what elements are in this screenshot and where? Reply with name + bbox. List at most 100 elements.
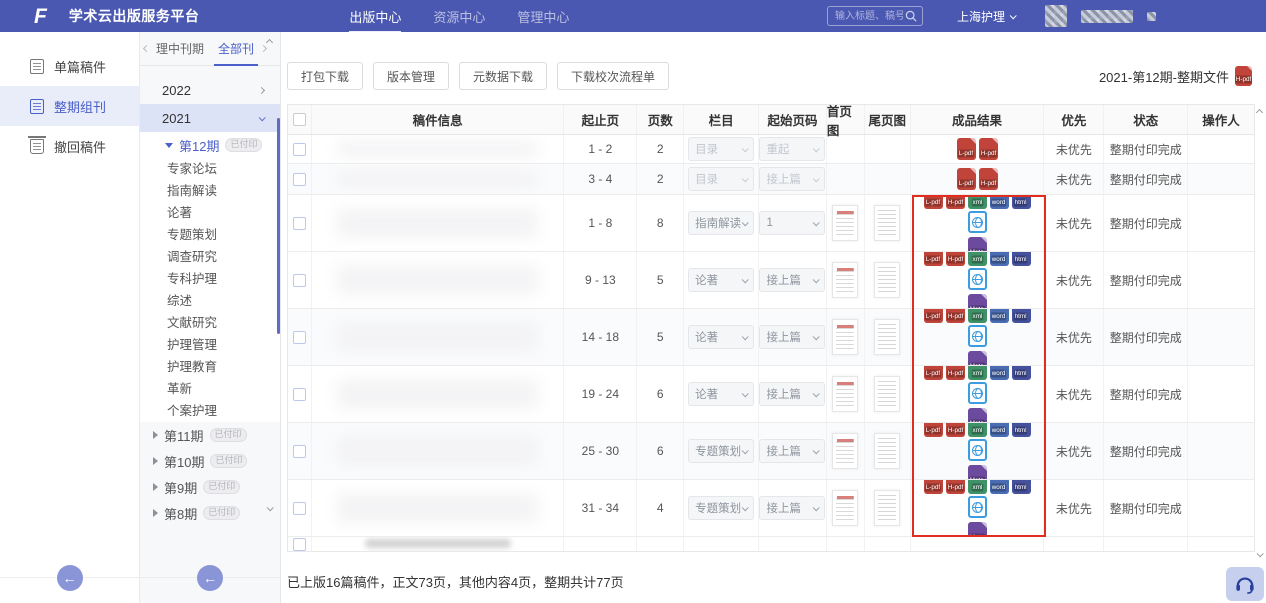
lpdf-file-icon[interactable]: L-pdf <box>924 480 943 494</box>
hpdf-file-icon[interactable]: H-pdf <box>979 168 998 190</box>
table-scroll-down-icon[interactable] <box>1257 550 1264 557</box>
hpdf-file-icon[interactable]: H-pdf <box>946 423 965 437</box>
tree-issue[interactable]: 第11期已付印 <box>140 422 280 448</box>
collapse-sidebar-button[interactable]: ← <box>57 565 83 591</box>
tree-year-2022[interactable]: 2022 <box>140 76 280 104</box>
select-all-checkbox[interactable] <box>293 113 306 126</box>
table-scroll-up-icon[interactable] <box>1256 109 1263 116</box>
issue-file-link[interactable]: 2021-第12期-整期文件 H-pdf <box>1099 66 1252 86</box>
column-select[interactable]: 论著 <box>688 268 754 292</box>
lpdf-file-icon[interactable]: L-pdf <box>924 423 943 437</box>
web-file-icon[interactable] <box>968 325 987 347</box>
row-checkbox[interactable] <box>293 502 306 515</box>
tree-category[interactable]: 文献研究 <box>140 312 280 334</box>
column-select[interactable]: 指南解读 <box>688 211 754 235</box>
xml-file-icon[interactable]: xml <box>968 309 987 323</box>
word-file-icon[interactable]: word <box>990 252 1009 266</box>
customer-service-button[interactable] <box>1226 567 1264 601</box>
lpdf-file-icon[interactable]: L-pdf <box>957 138 976 160</box>
html-file-icon[interactable]: html <box>1012 309 1031 323</box>
meta-file-icon[interactable]: Meta <box>968 522 987 536</box>
start-page-select[interactable]: 重起 <box>759 137 825 161</box>
xml-file-icon[interactable]: xml <box>968 366 987 380</box>
hpdf-file-icon[interactable]: H-pdf <box>946 309 965 323</box>
html-file-icon[interactable]: html <box>1012 366 1031 380</box>
web-file-icon[interactable] <box>968 268 987 290</box>
xml-file-icon[interactable]: xml <box>968 195 987 209</box>
toolbar-button-3[interactable]: 下载校次流程单 <box>557 62 669 90</box>
tree-category[interactable]: 专题策划 <box>140 224 280 246</box>
last-page-thumbnail[interactable] <box>874 262 900 298</box>
last-page-thumbnail[interactable] <box>874 433 900 469</box>
issues-tab[interactable]: 全部刊 <box>214 31 258 66</box>
lpdf-file-icon[interactable]: L-pdf <box>924 366 943 380</box>
tree-year-2021[interactable]: 2021 <box>140 104 280 132</box>
meta-file-icon[interactable]: Meta <box>968 237 987 251</box>
web-file-icon[interactable] <box>968 439 987 461</box>
last-page-thumbnail[interactable] <box>874 490 900 526</box>
hpdf-file-icon[interactable]: H-pdf <box>979 138 998 160</box>
nav-item-0[interactable]: 出版中心 <box>349 0 401 33</box>
toolbar-button-1[interactable]: 版本管理 <box>373 62 449 90</box>
start-page-select[interactable]: 接上篇 <box>759 382 825 406</box>
meta-file-icon[interactable]: Meta <box>968 465 987 479</box>
tree-category[interactable]: 专科护理 <box>140 268 280 290</box>
row-checkbox[interactable] <box>293 445 306 458</box>
global-search[interactable] <box>827 6 923 26</box>
word-file-icon[interactable]: word <box>990 480 1009 494</box>
column-select[interactable]: 专题策划 <box>688 496 754 520</box>
row-checkbox[interactable] <box>293 538 306 551</box>
html-file-icon[interactable]: html <box>1012 480 1031 494</box>
column-select[interactable]: 专题策划 <box>688 439 754 463</box>
hpdf-file-icon[interactable]: H-pdf <box>946 195 965 209</box>
web-file-icon[interactable] <box>968 382 987 404</box>
word-file-icon[interactable]: word <box>990 423 1009 437</box>
xml-file-icon[interactable]: xml <box>968 423 987 437</box>
hpdf-file-icon[interactable]: H-pdf <box>946 366 965 380</box>
tree-category[interactable]: 综述 <box>140 290 280 312</box>
first-page-thumbnail[interactable] <box>832 433 858 469</box>
html-file-icon[interactable]: html <box>1012 252 1031 266</box>
toolbar-button-2[interactable]: 元数据下载 <box>459 62 547 90</box>
lpdf-file-icon[interactable]: L-pdf <box>957 168 976 190</box>
tree-category[interactable]: 调查研究 <box>140 246 280 268</box>
xml-file-icon[interactable]: xml <box>968 480 987 494</box>
start-page-select[interactable]: 接上篇 <box>759 167 825 191</box>
avatar[interactable] <box>1045 5 1067 27</box>
start-page-select[interactable]: 接上篇 <box>759 496 825 520</box>
sidebar-item[interactable]: 单篇稿件 <box>0 46 139 86</box>
column-select[interactable]: 论著 <box>688 325 754 349</box>
web-file-icon[interactable] <box>968 496 987 518</box>
row-checkbox[interactable] <box>293 274 306 287</box>
lpdf-file-icon[interactable]: L-pdf <box>924 252 943 266</box>
word-file-icon[interactable]: word <box>990 195 1009 209</box>
first-page-thumbnail[interactable] <box>832 262 858 298</box>
tree-issue[interactable]: 第8期已付印 <box>140 500 280 526</box>
html-file-icon[interactable]: html <box>1012 423 1031 437</box>
meta-file-icon[interactable]: Meta <box>968 294 987 308</box>
hpdf-file-icon[interactable]: H-pdf <box>1235 66 1252 86</box>
last-page-thumbnail[interactable] <box>874 205 900 241</box>
web-file-icon[interactable] <box>968 211 987 233</box>
start-page-select[interactable]: 1 <box>759 211 825 235</box>
hpdf-file-icon[interactable]: H-pdf <box>946 480 965 494</box>
xml-file-icon[interactable]: xml <box>968 252 987 266</box>
tree-category[interactable]: 护理管理 <box>140 334 280 356</box>
tree-category[interactable]: 革新 <box>140 378 280 400</box>
tree-category[interactable]: 个案护理 <box>140 400 280 422</box>
word-file-icon[interactable]: word <box>990 309 1009 323</box>
hpdf-file-icon[interactable]: H-pdf <box>946 252 965 266</box>
last-page-thumbnail[interactable] <box>874 376 900 412</box>
first-page-thumbnail[interactable] <box>832 319 858 355</box>
first-page-thumbnail[interactable] <box>832 205 858 241</box>
tree-category[interactable]: 专家论坛 <box>140 158 280 180</box>
row-checkbox[interactable] <box>293 217 306 230</box>
meta-file-icon[interactable]: Meta <box>968 351 987 365</box>
column-select[interactable]: 目录 <box>688 137 754 161</box>
last-page-thumbnail[interactable] <box>874 319 900 355</box>
sidebar-item[interactable]: 整期组刊 <box>0 86 139 126</box>
nav-item-1[interactable]: 资源中心 <box>433 0 485 33</box>
first-page-thumbnail[interactable] <box>832 490 858 526</box>
tree-category[interactable]: 论著 <box>140 202 280 224</box>
org-switcher[interactable]: 上海护理 <box>957 8 1015 25</box>
